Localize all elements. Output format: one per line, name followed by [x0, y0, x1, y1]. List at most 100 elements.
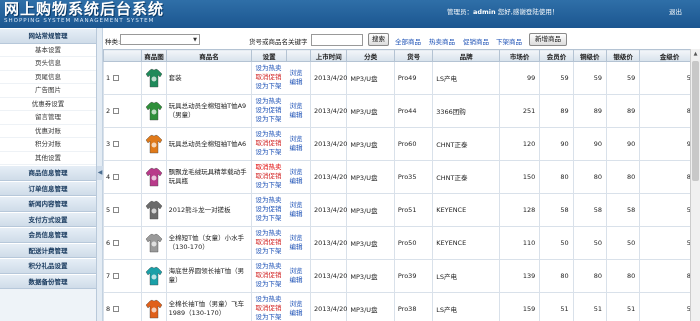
filter-promo-link[interactable]: 促销商品	[463, 36, 489, 46]
category-select[interactable]: ▼	[120, 34, 200, 45]
toggle-offline-link[interactable]: 设为下架	[255, 313, 281, 321]
sidebar-item[interactable]: 优惠券设置	[0, 97, 96, 111]
toggle-promo-link[interactable]: 取消促销	[255, 139, 281, 148]
row-checkbox[interactable]	[113, 207, 120, 213]
toggle-offline-link[interactable]: 设为下架	[255, 247, 281, 256]
market-price: 120	[498, 127, 541, 161]
toggle-offline-link[interactable]: 设为下架	[255, 280, 281, 289]
toggle-offline-link[interactable]: 设为下架	[255, 148, 281, 157]
toggle-promo-link[interactable]: 设为促销	[255, 205, 281, 214]
toggle-promo-link[interactable]: 设为促销	[255, 106, 281, 115]
edit-link[interactable]: 编辑	[289, 78, 302, 87]
toggle-hot-link[interactable]: 设为热卖	[255, 64, 281, 73]
scrollbar-thumb[interactable]	[692, 61, 699, 181]
product-name[interactable]: 2012熊斗龙一对搓板	[165, 193, 253, 227]
sidebar-item[interactable]: 优惠对账	[0, 124, 96, 138]
category-label: 种类:	[105, 38, 121, 46]
sidebar-group[interactable]: 订单信息管理	[0, 180, 96, 196]
product-name[interactable]: 海底世界圆领长袖T恤（男童）	[165, 259, 253, 293]
sidebar-item[interactable]: 页尾信息	[0, 70, 96, 84]
toggle-promo-link[interactable]: 取消促销	[255, 304, 281, 313]
toggle-offline-link[interactable]: 设为下架	[255, 181, 281, 190]
view-link[interactable]: 浏览	[289, 300, 302, 309]
ops-cell: 设为热卖 设为促销 设为下架 浏览 编辑	[251, 193, 312, 227]
sidebar-group[interactable]: 新闻内容管理	[0, 196, 96, 212]
toggle-promo-link[interactable]: 取消促销	[255, 238, 281, 247]
edit-link[interactable]: 编辑	[289, 111, 302, 120]
toggle-hot-link[interactable]: 设为热卖	[255, 295, 281, 304]
market-price: 99	[498, 61, 541, 95]
row-checkbox[interactable]	[113, 240, 120, 246]
view-link[interactable]: 浏览	[289, 102, 302, 111]
row-checkbox[interactable]	[113, 75, 120, 81]
toggle-promo-link[interactable]: 取消促销	[255, 172, 281, 181]
toggle-offline-link[interactable]: 设为下架	[255, 214, 281, 223]
product-name[interactable]: 玩具总动员全棉短袖T恤A6	[165, 127, 253, 161]
product-name[interactable]: 全棉长袖T恤（男童）飞车1989（130-170）	[165, 292, 253, 321]
row-index: 4	[106, 173, 111, 181]
app-subtitle: SHOPPING SYSTEM MANAGEMENT SYSTEM	[4, 18, 155, 24]
silver-price: 80	[605, 259, 641, 293]
sidebar-group[interactable]: 商品信息管理	[0, 165, 96, 181]
row-checkbox[interactable]	[113, 141, 120, 147]
view-link[interactable]: 浏览	[289, 267, 302, 276]
filter-hot-link[interactable]: 热卖商品	[429, 36, 455, 46]
sidebar-item[interactable]: 积分对账	[0, 138, 96, 152]
row-checkbox[interactable]	[113, 174, 120, 180]
sidebar-item[interactable]: 留言管理	[0, 111, 96, 125]
sidebar-group[interactable]: 数据备份管理	[0, 273, 96, 289]
edit-link[interactable]: 编辑	[289, 276, 302, 285]
row-checkbox[interactable]	[113, 108, 120, 114]
col-header	[102, 49, 143, 62]
sidebar-item[interactable]: 基本设置	[0, 43, 96, 57]
sidebar-item[interactable]: 广告图片	[0, 84, 96, 98]
sidebar-group[interactable]: 积分礼品设置	[0, 258, 96, 274]
toggle-hot-link[interactable]: 设为热卖	[255, 130, 281, 139]
toggle-promo-link[interactable]: 取消促销	[255, 73, 281, 82]
toggle-hot-link[interactable]: 设为热卖	[255, 229, 281, 238]
search-button[interactable]: 搜索	[368, 33, 389, 46]
sidebar-group[interactable]: 网站常规管理	[0, 28, 96, 44]
row-index-cell: 6	[102, 226, 143, 260]
product-name[interactable]: 套装	[165, 61, 253, 95]
logout-link[interactable]: 退出	[669, 6, 682, 16]
edit-link[interactable]: 编辑	[289, 144, 302, 153]
toggle-offline-link[interactable]: 设为下架	[255, 82, 281, 91]
toggle-promo-link[interactable]: 取消促销	[255, 271, 281, 280]
product-name[interactable]: 全棉短T恤（女童）小水手（130-170）	[165, 226, 253, 260]
sku-cell: Pro51	[393, 193, 434, 227]
row-checkbox[interactable]	[113, 273, 120, 279]
toggle-hot-link[interactable]: 设为热卖	[255, 262, 281, 271]
toggle-hot-link[interactable]: 取消热卖	[255, 163, 281, 172]
sidebar-group[interactable]: 会员信息管理	[0, 227, 96, 243]
filter-all-link[interactable]: 全部商品	[395, 36, 421, 46]
welcome-text: 您好,感谢登陆使用！	[497, 8, 559, 16]
sidebar-group[interactable]: 配送计费管理	[0, 242, 96, 258]
ops-cell: 设为热卖 取消促销 设为下架 浏览 编辑	[251, 259, 312, 293]
view-link[interactable]: 浏览	[289, 201, 302, 210]
vertical-scrollbar[interactable]: ▲	[690, 49, 700, 321]
edit-link[interactable]: 编辑	[289, 243, 302, 252]
edit-link[interactable]: 编辑	[289, 309, 302, 318]
row-checkbox[interactable]	[113, 306, 120, 312]
thumbnail-cell	[141, 127, 167, 161]
edit-link[interactable]: 编辑	[289, 177, 302, 186]
sidebar-group[interactable]: 支付方式设置	[0, 211, 96, 227]
row-index-cell: 8	[102, 292, 143, 321]
view-link[interactable]: 浏览	[289, 168, 302, 177]
sidebar-item[interactable]: 其他设置	[0, 151, 96, 165]
view-link[interactable]: 浏览	[289, 135, 302, 144]
sidebar-item[interactable]: 页头信息	[0, 57, 96, 71]
new-product-button[interactable]: 新增商品	[529, 33, 567, 46]
toggle-hot-link[interactable]: 设为热卖	[255, 196, 281, 205]
product-name[interactable]: 玩具总动员全棉短袖T恤A9（男童）	[165, 94, 253, 128]
edit-link[interactable]: 编辑	[289, 210, 302, 219]
product-name[interactable]: 飘飘龙毛绒玩具精萃载动手玩具瓶	[165, 160, 253, 194]
toggle-offline-link[interactable]: 设为下架	[255, 115, 281, 124]
toggle-hot-link[interactable]: 设为热卖	[255, 97, 281, 106]
keyword-input[interactable]	[311, 34, 363, 46]
filter-offline-link[interactable]: 下架商品	[496, 36, 522, 46]
scroll-up-icon[interactable]: ▲	[691, 49, 700, 59]
view-link[interactable]: 浏览	[289, 69, 302, 78]
view-link[interactable]: 浏览	[289, 234, 302, 243]
